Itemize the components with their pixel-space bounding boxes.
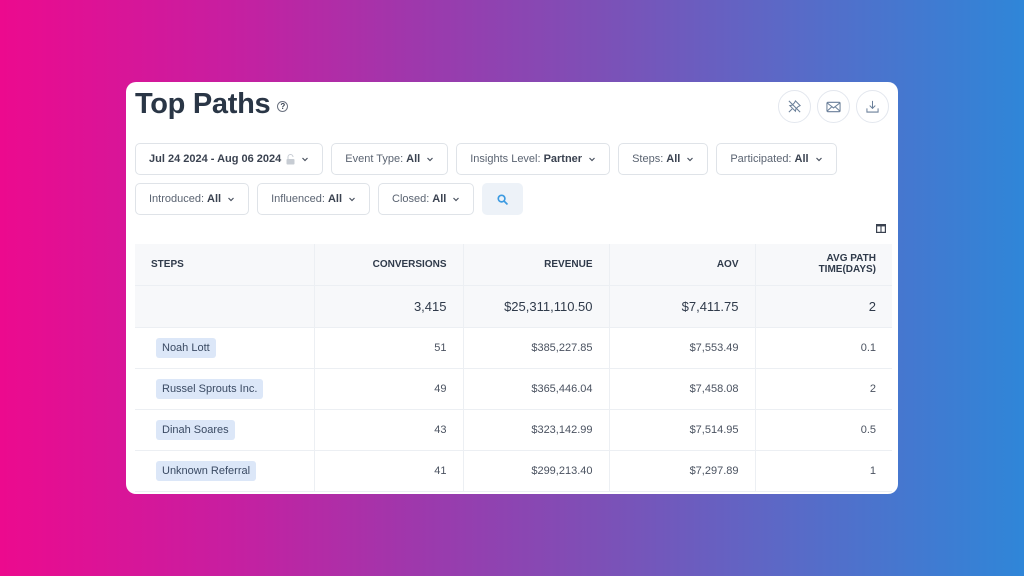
steps-cell: Russel Sprouts Inc.	[135, 368, 315, 410]
filter-label: Introduced:	[149, 193, 205, 205]
aov-cell: $7,297.89	[609, 450, 756, 492]
search-icon	[497, 193, 509, 205]
filter-label: Participated:	[730, 153, 792, 165]
filter-label: Insights Level:	[470, 153, 541, 165]
page-title: Top Paths	[135, 88, 271, 120]
insights-level-filter[interactable]: Insights Level: Partner	[456, 143, 611, 175]
chevron-down-icon	[348, 195, 356, 203]
filter-row-2: Introduced: All Influenced: All Closed: All	[135, 183, 835, 215]
steps-filter[interactable]: Steps: All	[618, 143, 709, 175]
participated-filter[interactable]: Participated: All	[716, 143, 837, 175]
revenue-cell: $365,446.04	[463, 368, 610, 410]
filter-row-1: Jul 24 2024 - Aug 06 2024 Event Type: All…	[135, 143, 837, 175]
top-paths-card: Top Paths ? Jul 24 2024 - Aug 06 2024 Ev…	[126, 82, 898, 494]
filter-label: Event Type:	[345, 153, 404, 165]
filter-value: All	[666, 153, 681, 165]
filter-bar: Jul 24 2024 - Aug 06 2024 Event Type: All…	[135, 143, 837, 223]
filter-label: Influenced:	[271, 193, 325, 205]
revenue-cell: $323,142.99	[463, 409, 610, 451]
filter-label: Steps:	[632, 153, 664, 165]
avg-path-time-cell: 0.1	[755, 327, 892, 369]
conversions-cell: 43	[314, 409, 464, 451]
date-range-label: Jul 24 2024 - Aug 06 2024	[149, 153, 282, 165]
revenue-cell: $385,227.85	[463, 327, 610, 369]
influenced-filter[interactable]: Influenced: All	[257, 183, 370, 215]
avg-path-time-cell: 0.5	[755, 409, 892, 451]
chevron-down-icon	[227, 195, 235, 203]
conversions-cell: 51	[314, 327, 464, 369]
totals-steps-cell	[135, 285, 315, 328]
event-type-filter[interactable]: Event Type: All	[331, 143, 449, 175]
introduced-filter[interactable]: Introduced: All	[135, 183, 250, 215]
column-header-revenue[interactable]: REVENUE	[463, 244, 610, 286]
avg-path-time-cell: 2	[755, 368, 892, 410]
filter-value: All	[406, 153, 421, 165]
steps-cell: Unknown Referral	[135, 450, 315, 492]
table-header-row: STEPS CONVERSIONS REVENUE AOV AVG PATH T…	[135, 244, 892, 286]
header-actions	[778, 90, 889, 123]
filter-value: Partner	[543, 153, 583, 165]
step-chip[interactable]: Russel Sprouts Inc.	[156, 378, 264, 399]
total-avg-path-time: 2	[755, 285, 892, 328]
aov-cell: $7,458.08	[609, 368, 756, 410]
chevron-down-icon	[426, 155, 434, 163]
columns-icon[interactable]	[876, 224, 886, 233]
steps-cell: Dinah Soares	[135, 409, 315, 451]
conversions-cell: 49	[314, 368, 464, 410]
top-paths-table: STEPS CONVERSIONS REVENUE AOV AVG PATH T…	[135, 244, 892, 492]
envelope-icon	[826, 101, 841, 112]
question-circle-icon[interactable]: ?	[277, 101, 289, 112]
step-chip[interactable]: Noah Lott	[156, 337, 216, 358]
step-chip[interactable]: Unknown Referral	[156, 460, 257, 481]
aov-cell: $7,553.49	[609, 327, 756, 369]
column-header-aov[interactable]: AOV	[609, 244, 756, 286]
revenue-cell: $299,213.40	[463, 450, 610, 492]
avg-path-time-cell: 1	[755, 450, 892, 492]
email-button[interactable]	[817, 90, 850, 123]
table-row: Unknown Referral 41 $299,213.40 $7,297.8…	[135, 450, 892, 492]
table-row: Dinah Soares 43 $323,142.99 $7,514.95 0.…	[135, 409, 892, 451]
total-revenue: $25,311,110.50	[463, 285, 610, 328]
filter-label: Closed:	[392, 193, 430, 205]
chevron-down-icon	[815, 155, 823, 163]
chevron-down-icon	[588, 155, 596, 163]
filter-value: All	[207, 193, 222, 205]
table-row: Noah Lott 51 $385,227.85 $7,553.49 0.1	[135, 327, 892, 369]
total-aov: $7,411.75	[609, 285, 756, 328]
chevron-down-icon	[686, 155, 694, 163]
column-header-steps[interactable]: STEPS	[135, 244, 315, 286]
step-chip[interactable]: Dinah Soares	[156, 419, 235, 440]
totals-row: 3,415 $25,311,110.50 $7,411.75 2	[135, 285, 892, 328]
steps-cell: Noah Lott	[135, 327, 315, 369]
chevron-down-icon	[301, 155, 309, 163]
filter-value: All	[794, 153, 809, 165]
pin-button[interactable]	[778, 90, 811, 123]
conversions-cell: 41	[314, 450, 464, 492]
filter-value: All	[327, 193, 342, 205]
unlock-icon	[286, 153, 295, 165]
title-row: Top Paths ?	[135, 88, 289, 121]
total-conversions: 3,415	[314, 285, 464, 328]
search-button[interactable]	[482, 183, 524, 215]
pin-off-icon	[788, 100, 801, 113]
column-header-conversions[interactable]: CONVERSIONS	[314, 244, 464, 286]
closed-filter[interactable]: Closed: All	[378, 183, 475, 215]
aov-cell: $7,514.95	[609, 409, 756, 451]
date-range-filter[interactable]: Jul 24 2024 - Aug 06 2024	[135, 143, 324, 175]
download-button[interactable]	[856, 90, 889, 123]
chevron-down-icon	[452, 195, 460, 203]
filter-value: All	[432, 193, 447, 205]
table-row: Russel Sprouts Inc. 49 $365,446.04 $7,45…	[135, 368, 892, 410]
download-icon	[866, 100, 879, 113]
column-header-avg-path-time[interactable]: AVG PATH TIME(DAYS)	[755, 244, 892, 286]
